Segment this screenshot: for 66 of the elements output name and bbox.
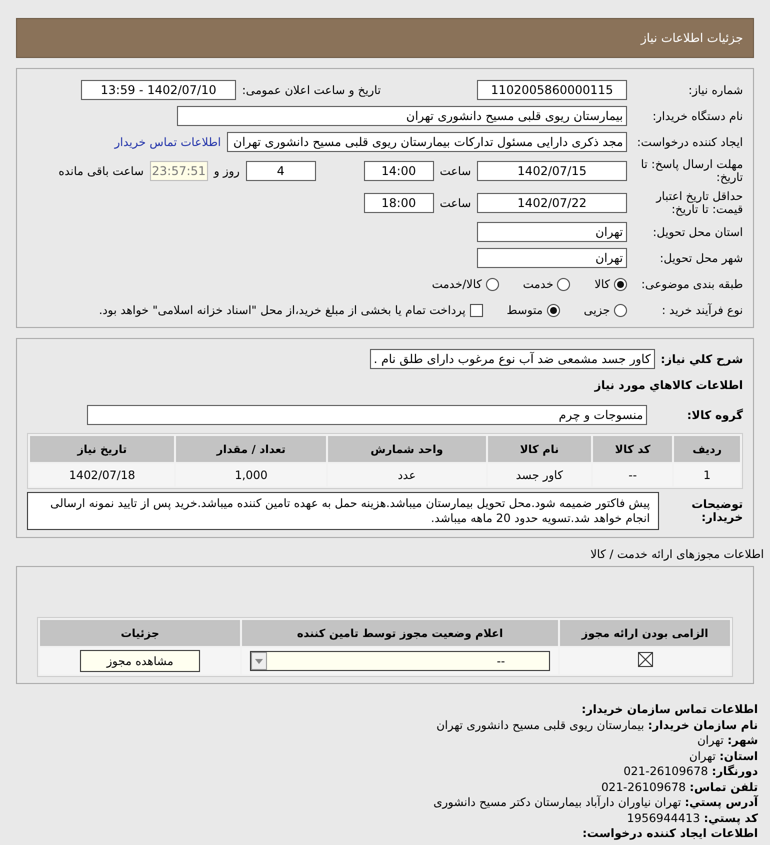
need-number-field: 1102005860000115 <box>477 80 627 100</box>
radio-label: کالا/خدمت <box>432 277 482 291</box>
radio-label: جزیی <box>584 303 610 317</box>
field-label: نوع فرآیند خرید : <box>660 304 743 316</box>
date-field: 1402/07/15 <box>477 161 627 181</box>
radio-button[interactable] <box>546 304 560 316</box>
column-header: جزئیات <box>40 620 240 646</box>
contact-line: استان: تهران <box>688 748 758 764</box>
contact-line: نام سازمان خریدار: بیمارستان ریوی قلبی مسیح دانشوری تهران <box>435 718 758 733</box>
radio-button[interactable] <box>614 278 627 290</box>
remaining-time-field: 23:57:51 <box>150 161 208 181</box>
x-checkbox-icon[interactable] <box>638 652 652 667</box>
date-field: 1402/07/22 <box>477 193 627 213</box>
contact-title: اطلاعات تماس سازمان خریدار: <box>580 702 758 718</box>
time-field: 14:00 <box>364 161 434 181</box>
field-label: مهلت ارسال پاسخ: تا تاریخ: <box>640 158 743 184</box>
license-status-dropdown[interactable]: -- <box>250 651 550 671</box>
field-label: ساعت <box>440 196 471 210</box>
section-title: اطلاعات مجوزهای ارائه خدمت / کالا <box>590 547 764 561</box>
field-label: نام دستگاه خریدار: <box>651 110 743 122</box>
radio-button[interactable] <box>557 278 570 290</box>
contact-line: شهر: تهران <box>696 733 758 748</box>
field-label: توضیحات خریدار: <box>690 498 743 524</box>
field-label: ایجاد کننده درخواست: <box>636 136 743 148</box>
announce-date-field: 1402/07/10 - 13:59 <box>81 80 236 100</box>
radio-label: خدمت <box>522 277 554 291</box>
buyer-org-field: بیمارستان ریوی قلبی مسیح دانشوری تهران <box>177 106 627 126</box>
field-label: شرح کلي نياز: <box>660 352 743 366</box>
field-label: شهر محل تحویل: <box>658 252 743 264</box>
column-header: کد کالا <box>593 436 672 462</box>
view-license-button[interactable]: مشاهده مجوز <box>80 650 200 672</box>
field-label: روز و <box>214 164 240 178</box>
days-field: 4 <box>246 161 316 181</box>
field-label: استان محل تحویل: <box>652 226 743 238</box>
buyer-notes-box: پیش فاکتور ضمیمه شود.محل تحویل بیمارستان میباشد.هزینه حمل به عهده تامین کننده میباشد.خرید پس از تایید نمونه ارسالی انجام خواهد شد.تسویه حدود 20 ماهه میباشد. <box>27 492 659 530</box>
page-title: جزئیات اطلاعات نیاز <box>640 31 743 45</box>
column-header: الزامی بودن ارائه مجوز <box>560 620 730 646</box>
field-label: ساعت باقی مانده <box>58 164 144 178</box>
field-label: تاریخ و ساعت اعلان عمومی: <box>242 83 381 97</box>
column-header: تاریخ نیاز <box>30 436 174 462</box>
summary-field: کاور جسد مشمعی ضد آب نوع مرغوب دارای طلق نام . <box>370 349 655 369</box>
buyer-contact-link[interactable]: اطلاعات تماس خریدار <box>114 135 221 149</box>
column-header: اعلام وضعیت مجوز توسط تامین کننده <box>242 620 558 646</box>
radio-button[interactable] <box>614 304 627 316</box>
province-field: تهران <box>477 222 627 242</box>
contact-line: آدرس پستي: تهران نیاوران دارآباد بیمارستان دکتر مسیح دانشوری <box>432 795 758 810</box>
radio-label: کالا <box>594 277 610 291</box>
field-label: گروه کالا: <box>686 408 743 422</box>
field-label: حداقل تاریخ اعتبار قیمت: تا تاریخ: <box>654 190 743 216</box>
section-title: اطلاعات كالاهاي مورد نياز <box>594 378 743 392</box>
goods-group-field: منسوجات و چرم <box>87 405 647 425</box>
checkbox[interactable] <box>470 304 483 316</box>
requester-field: مجد ذکری دارایی مسئول تدارکات بیمارستان ریوی قلبی مسیح دانشوری تهران <box>227 132 627 152</box>
column-header: واحد شمارش <box>328 436 486 462</box>
column-header: نام کالا <box>488 436 592 462</box>
field-label: طبقه بندی موضوعی: <box>640 278 743 290</box>
field-label: ساعت <box>440 164 471 178</box>
radio-label: متوسط <box>506 303 543 317</box>
contact-title: اطلاعات ایجاد کننده درخواست: <box>581 826 758 842</box>
time-field: 18:00 <box>364 193 434 213</box>
radio-button[interactable] <box>486 278 499 290</box>
column-header: ردیف <box>674 436 740 462</box>
field-label: شماره نیاز: <box>687 84 743 96</box>
checkbox-label: پرداخت تمام یا بخشی از مبلغ خرید،از محل "اسناد خزانه اسلامی" خواهد بود. <box>98 303 466 317</box>
city-field: تهران <box>477 248 627 268</box>
column-header: تعداد / مقدار <box>176 436 326 462</box>
